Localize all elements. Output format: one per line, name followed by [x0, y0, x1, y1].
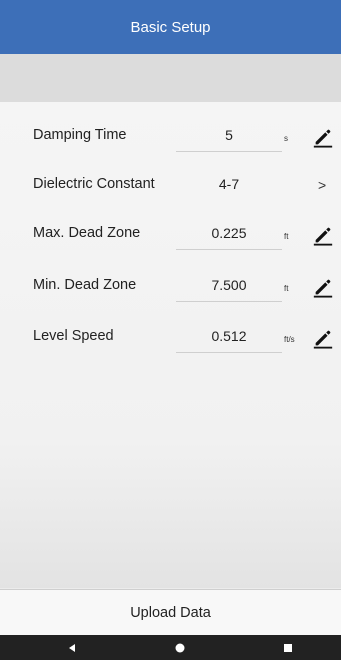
settings-list: Damping Time 5 s Dielectric Constant 4-7… — [0, 102, 341, 588]
back-icon — [69, 643, 75, 652]
setting-label: Max. Dead Zone — [33, 225, 141, 241]
setting-label: Level Speed — [33, 328, 114, 344]
screen: Basic Setup Damping Time 5 s Dielectric … — [0, 0, 341, 660]
setting-row-damping-time: Damping Time 5 s — [0, 115, 341, 155]
setting-label: Dielectric Constant — [33, 176, 155, 192]
recents-icon — [284, 643, 292, 652]
value-underline — [176, 352, 282, 353]
setting-value[interactable]: 5 — [176, 127, 282, 143]
setting-value[interactable]: 0.512 — [176, 328, 282, 344]
setting-value[interactable]: 0.225 — [176, 225, 282, 241]
setting-label: Min. Dead Zone — [33, 277, 137, 293]
setting-row-min-dead-zone: Min. Dead Zone 7.500 ft — [0, 265, 341, 305]
upload-data-button[interactable]: Upload Data — [0, 589, 341, 636]
setting-unit: ft — [284, 232, 289, 241]
value-underline — [176, 151, 282, 152]
app-header: Basic Setup — [0, 0, 341, 54]
setting-value[interactable]: 7.500 — [176, 277, 282, 293]
pencil-icon[interactable] — [312, 224, 334, 246]
home-button[interactable] — [160, 635, 200, 660]
system-nav-bar — [0, 635, 341, 660]
pencil-icon[interactable] — [312, 276, 334, 298]
setting-unit: s — [284, 134, 288, 143]
upload-data-label: Upload Data — [130, 605, 211, 621]
setting-row-level-speed: Level Speed 0.512 ft/s — [0, 316, 341, 356]
recents-button[interactable] — [268, 635, 308, 660]
back-button[interactable] — [52, 635, 92, 660]
home-icon — [175, 643, 185, 652]
pencil-icon[interactable] — [312, 126, 334, 148]
value-underline — [176, 301, 282, 302]
setting-value: 4-7 — [218, 176, 240, 192]
value-underline — [176, 249, 282, 250]
setting-unit: ft/s — [284, 335, 295, 344]
pencil-icon[interactable] — [312, 327, 334, 349]
page-title: Basic Setup — [130, 18, 211, 36]
header-spacer — [0, 54, 341, 102]
chevron-right-icon[interactable]: > — [318, 177, 326, 193]
setting-row-max-dead-zone: Max. Dead Zone 0.225 ft — [0, 213, 341, 253]
setting-label: Damping Time — [33, 127, 127, 143]
setting-row-dielectric-constant[interactable]: Dielectric Constant 4-7 > — [0, 164, 341, 204]
setting-unit: ft — [284, 284, 289, 293]
